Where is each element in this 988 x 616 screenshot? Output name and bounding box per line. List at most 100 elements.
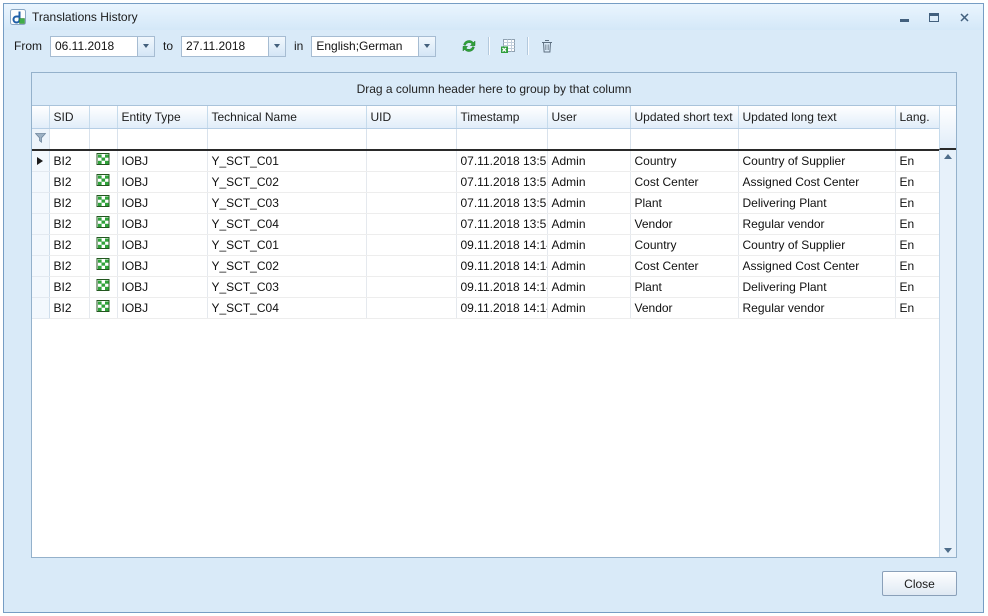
cell-technical-name[interactable]: Y_SCT_C03 <box>207 276 366 297</box>
cell-user[interactable]: Admin <box>547 297 630 318</box>
cell-uid[interactable] <box>366 255 456 276</box>
cell-long-text[interactable]: Assigned Cost Center <box>738 255 895 276</box>
cell-sid[interactable]: BI2 <box>49 276 89 297</box>
column-header-sid[interactable]: SID <box>49 106 89 128</box>
cell-sid[interactable]: BI2 <box>49 150 89 171</box>
cell-technical-name[interactable]: Y_SCT_C03 <box>207 192 366 213</box>
row-indicator[interactable] <box>32 192 49 213</box>
cell-entity-icon[interactable] <box>89 192 117 213</box>
cell-sid[interactable]: BI2 <box>49 255 89 276</box>
row-indicator[interactable] <box>32 297 49 318</box>
cell-user[interactable]: Admin <box>547 213 630 234</box>
cell-timestamp[interactable]: 09.11.2018 14:14 <box>456 276 547 297</box>
table-row[interactable]: BI2 IOBJ Y_SCT_C02 09.11.2018 14:14 Admi… <box>32 255 942 276</box>
cell-entity-icon[interactable] <box>89 171 117 192</box>
cell-long-text[interactable]: Delivering Plant <box>738 276 895 297</box>
cell-user[interactable]: Admin <box>547 150 630 171</box>
from-date-dropdown-button[interactable] <box>137 37 154 56</box>
cell-entity-icon[interactable] <box>89 276 117 297</box>
filter-cell-short-text[interactable] <box>630 128 738 150</box>
cell-short-text[interactable]: Plant <box>630 192 738 213</box>
cell-long-text[interactable]: Assigned Cost Center <box>738 171 895 192</box>
cell-entity-type[interactable]: IOBJ <box>117 276 207 297</box>
filter-cell-long-text[interactable] <box>738 128 895 150</box>
delete-button[interactable] <box>536 35 558 57</box>
cell-short-text[interactable]: Cost Center <box>630 171 738 192</box>
cell-lang[interactable]: En <box>895 192 942 213</box>
cell-short-text[interactable]: Plant <box>630 276 738 297</box>
cell-entity-icon[interactable] <box>89 150 117 171</box>
cell-timestamp[interactable]: 07.11.2018 13:51 <box>456 171 547 192</box>
cell-uid[interactable] <box>366 150 456 171</box>
cell-technical-name[interactable]: Y_SCT_C02 <box>207 255 366 276</box>
cell-timestamp[interactable]: 09.11.2018 14:14 <box>456 297 547 318</box>
group-by-panel[interactable]: Drag a column header here to group by th… <box>32 73 956 106</box>
to-date-input[interactable] <box>182 37 268 56</box>
cell-lang[interactable]: En <box>895 255 942 276</box>
cell-lang[interactable]: En <box>895 297 942 318</box>
column-header-long-text[interactable]: Updated long text <box>738 106 895 128</box>
cell-technical-name[interactable]: Y_SCT_C02 <box>207 171 366 192</box>
cell-uid[interactable] <box>366 213 456 234</box>
cell-user[interactable]: Admin <box>547 192 630 213</box>
cell-entity-icon[interactable] <box>89 213 117 234</box>
cell-short-text[interactable]: Vendor <box>630 213 738 234</box>
cell-user[interactable]: Admin <box>547 276 630 297</box>
cell-short-text[interactable]: Cost Center <box>630 255 738 276</box>
row-indicator[interactable] <box>32 150 49 171</box>
cell-long-text[interactable]: Country of Supplier <box>738 234 895 255</box>
cell-sid[interactable]: BI2 <box>49 297 89 318</box>
cell-sid[interactable]: BI2 <box>49 213 89 234</box>
table-row[interactable]: BI2 IOBJ Y_SCT_C04 09.11.2018 14:14 Admi… <box>32 297 942 318</box>
column-header-technical-name[interactable]: Technical Name <box>207 106 366 128</box>
cell-short-text[interactable]: Vendor <box>630 297 738 318</box>
filter-cell-technical-name[interactable] <box>207 128 366 150</box>
cell-entity-icon[interactable] <box>89 234 117 255</box>
column-header-uid[interactable]: UID <box>366 106 456 128</box>
table-row[interactable]: BI2 IOBJ Y_SCT_C01 09.11.2018 14:14 Admi… <box>32 234 942 255</box>
cell-entity-type[interactable]: IOBJ <box>117 171 207 192</box>
cell-short-text[interactable]: Country <box>630 234 738 255</box>
cell-sid[interactable]: BI2 <box>49 234 89 255</box>
maximize-button[interactable] <box>925 10 943 25</box>
cell-sid[interactable]: BI2 <box>49 192 89 213</box>
row-indicator[interactable] <box>32 255 49 276</box>
row-indicator[interactable] <box>32 171 49 192</box>
cell-lang[interactable]: En <box>895 213 942 234</box>
filter-cell-uid[interactable] <box>366 128 456 150</box>
cell-technical-name[interactable]: Y_SCT_C01 <box>207 150 366 171</box>
cell-short-text[interactable]: Country <box>630 150 738 171</box>
cell-entity-type[interactable]: IOBJ <box>117 234 207 255</box>
table-row[interactable]: BI2 IOBJ Y_SCT_C03 09.11.2018 14:14 Admi… <box>32 276 942 297</box>
cell-uid[interactable] <box>366 192 456 213</box>
minimize-button[interactable] <box>895 10 913 25</box>
cell-timestamp[interactable]: 07.11.2018 13:51 <box>456 192 547 213</box>
cell-timestamp[interactable]: 07.11.2018 13:51 <box>456 150 547 171</box>
column-header-icon[interactable] <box>89 106 117 128</box>
cell-sid[interactable]: BI2 <box>49 171 89 192</box>
from-date-input[interactable] <box>51 37 137 56</box>
export-excel-button[interactable] <box>497 35 519 57</box>
column-header-user[interactable]: User <box>547 106 630 128</box>
column-header-lang[interactable]: Lang. <box>895 106 942 128</box>
cell-uid[interactable] <box>366 234 456 255</box>
table-row[interactable]: BI2 IOBJ Y_SCT_C01 07.11.2018 13:51 Admi… <box>32 150 942 171</box>
column-header-entity-type[interactable]: Entity Type <box>117 106 207 128</box>
table-row[interactable]: BI2 IOBJ Y_SCT_C04 07.11.2018 13:51 Admi… <box>32 213 942 234</box>
row-indicator[interactable] <box>32 276 49 297</box>
cell-technical-name[interactable]: Y_SCT_C04 <box>207 297 366 318</box>
cell-user[interactable]: Admin <box>547 255 630 276</box>
cell-long-text[interactable]: Delivering Plant <box>738 192 895 213</box>
table-row[interactable]: BI2 IOBJ Y_SCT_C03 07.11.2018 13:51 Admi… <box>32 192 942 213</box>
cell-lang[interactable]: En <box>895 276 942 297</box>
titlebar[interactable]: Translations History <box>4 4 983 30</box>
cell-lang[interactable]: En <box>895 234 942 255</box>
filter-cell-entity-type[interactable] <box>117 128 207 150</box>
cell-entity-type[interactable]: IOBJ <box>117 192 207 213</box>
cell-long-text[interactable]: Regular vendor <box>738 297 895 318</box>
cell-long-text[interactable]: Country of Supplier <box>738 150 895 171</box>
cell-lang[interactable]: En <box>895 150 942 171</box>
cell-uid[interactable] <box>366 276 456 297</box>
cell-timestamp[interactable]: 07.11.2018 13:51 <box>456 213 547 234</box>
cell-long-text[interactable]: Regular vendor <box>738 213 895 234</box>
